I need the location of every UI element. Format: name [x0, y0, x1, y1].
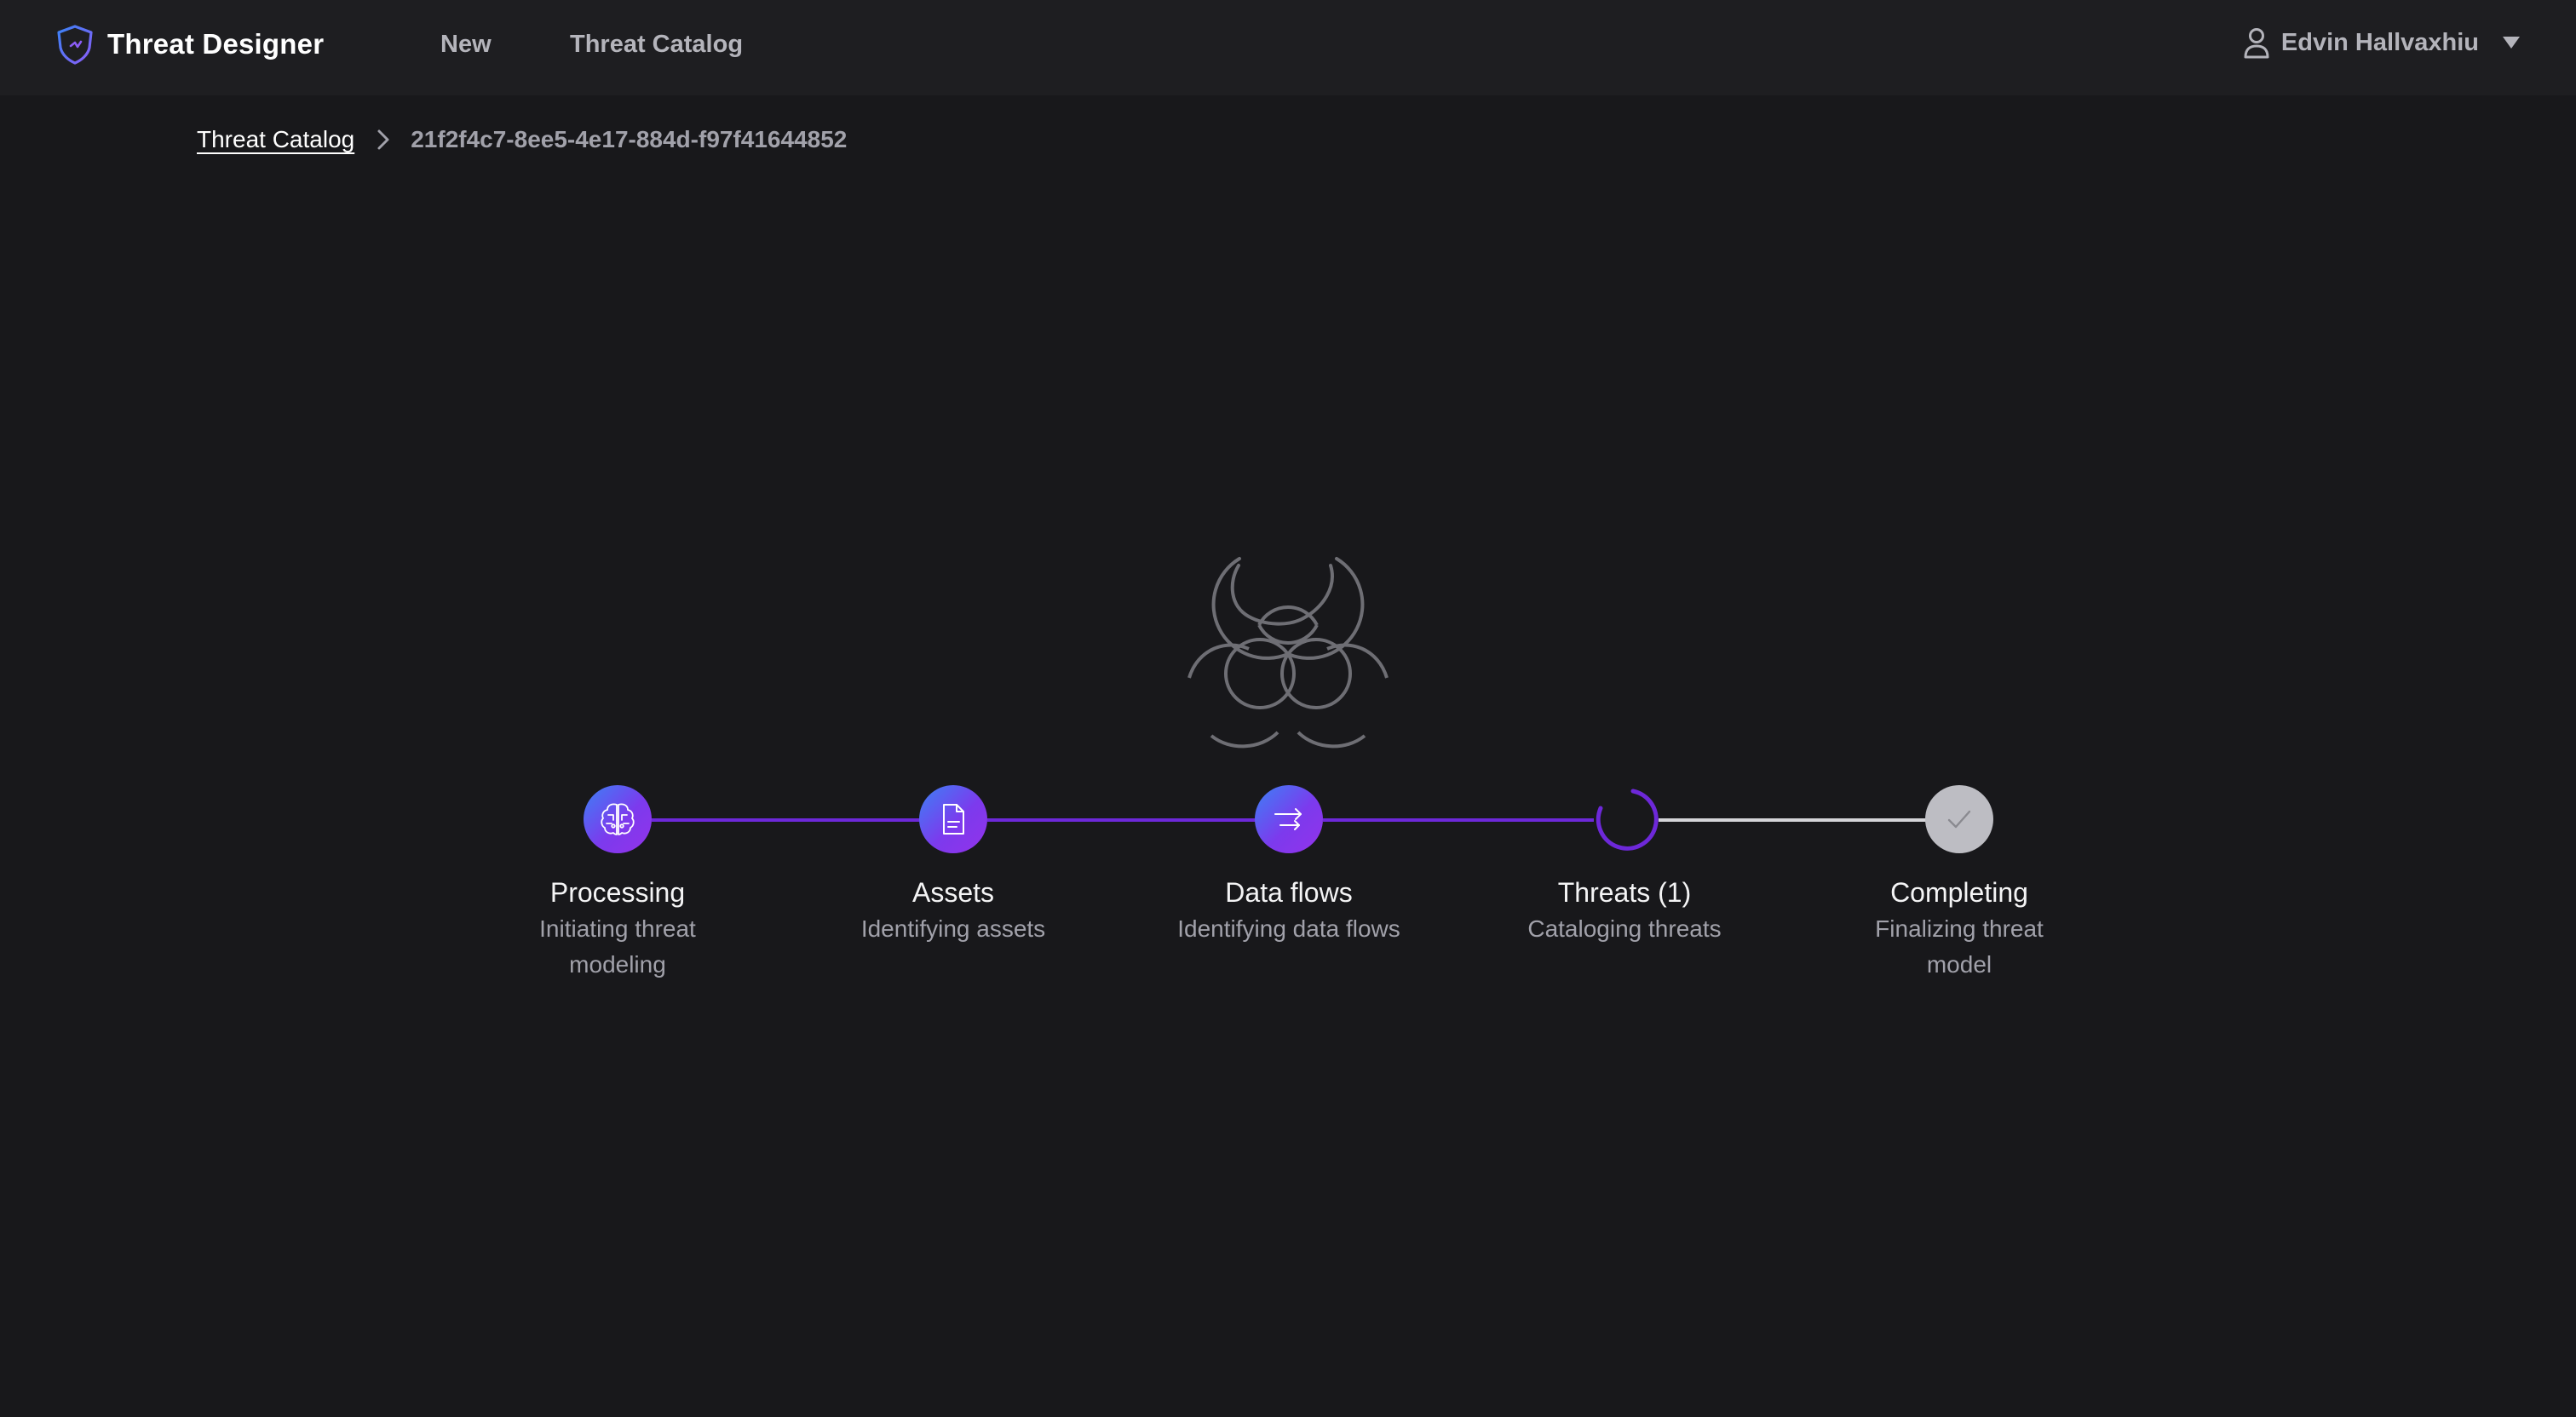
- user-icon: [2244, 28, 2269, 59]
- breadcrumb-threat-catalog-link[interactable]: Threat Catalog: [197, 126, 354, 153]
- caret-down-icon: [2503, 37, 2520, 49]
- step-status-done: [919, 785, 987, 853]
- chevron-right-icon: [377, 129, 389, 150]
- step-status-done: [1255, 785, 1323, 853]
- step-processing: Processing Initiating threat modeling: [498, 785, 737, 983]
- brand-home-link[interactable]: Threat Designer: [53, 22, 324, 66]
- breadcrumb-current-id: 21f2f4c7-8ee5-4e17-884d-f97f41644852: [411, 126, 848, 152]
- biohazard-icon: [1187, 557, 1389, 749]
- step-title: Threats (1): [1557, 877, 1692, 908]
- arrows-right-icon: [1274, 808, 1302, 830]
- brain-icon: [601, 803, 635, 835]
- check-icon: [1947, 810, 1971, 829]
- step-description: Identifying data flows: [1177, 915, 1400, 942]
- step-title: Assets: [911, 877, 995, 908]
- user-name: Edvin Hallvaxhiu: [2280, 28, 2479, 56]
- step-description: Initiating threat modeling: [539, 915, 696, 978]
- step-description: Identifying assets: [860, 915, 1046, 942]
- step-assets: Assets Identifying assets: [834, 785, 1072, 947]
- spinner-icon: [1596, 789, 1659, 851]
- top-navigation: Threat Designer New Threat Catalog Edvin…: [0, 0, 2576, 95]
- step-data-flows: Data flows Identifying data flows: [1170, 785, 1408, 947]
- breadcrumb: Threat Catalog 21f2f4c7-8ee5-4e17-884d-f…: [197, 126, 847, 153]
- nav-threat-catalog-link[interactable]: Threat Catalog: [570, 31, 743, 59]
- step-description: Cataloging threats: [1527, 915, 1722, 942]
- step-status-pending: [1925, 785, 1993, 853]
- shield-logo-icon: [57, 25, 93, 65]
- step-completing: Completing Finalizing threat model: [1840, 785, 2079, 983]
- user-menu-button[interactable]: Edvin Hallvaxhiu: [2242, 26, 2521, 60]
- step-description: Finalizing threat model: [1875, 915, 2044, 978]
- step-status-in-progress: [1590, 785, 1659, 853]
- step-title: Completing: [1890, 877, 2028, 908]
- step-title: Processing: [549, 877, 686, 908]
- document-icon: [943, 804, 964, 835]
- nav-new-link[interactable]: New: [440, 31, 492, 59]
- step-title: Data flows: [1225, 877, 1353, 908]
- step-threats: Threats (1) Cataloging threats: [1505, 785, 1744, 947]
- app-name: Threat Designer: [107, 28, 325, 60]
- step-status-done: [584, 785, 652, 853]
